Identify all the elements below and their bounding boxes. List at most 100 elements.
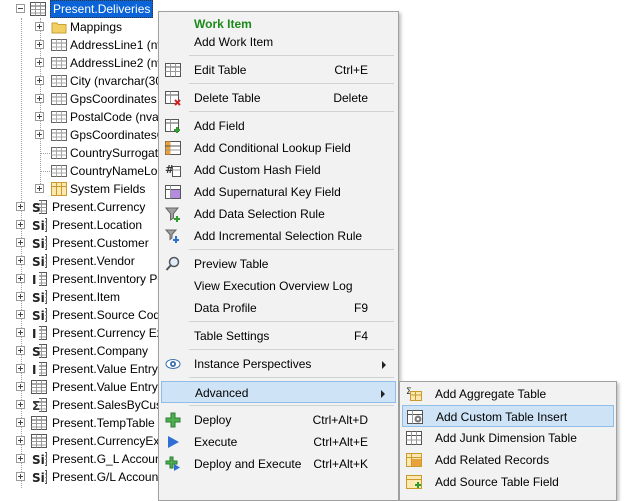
tree-node-label: PostalCode (nvarc bbox=[70, 110, 169, 124]
collapse-icon[interactable] bbox=[16, 4, 25, 13]
menu-item-label: Preview Table bbox=[194, 257, 269, 271]
svg-text:Si: Si bbox=[32, 471, 45, 485]
expand-icon[interactable] bbox=[16, 220, 25, 229]
menu-item-shortcut: Ctrl+Alt+E bbox=[313, 435, 368, 449]
submenu-item-add-aggregate-table[interactable]: Σ Add Aggregate Table bbox=[402, 383, 614, 405]
menu-separator bbox=[189, 55, 394, 56]
expand-icon[interactable] bbox=[35, 22, 44, 31]
expand-icon[interactable] bbox=[35, 40, 44, 49]
menu-separator bbox=[189, 349, 394, 350]
expand-icon[interactable] bbox=[35, 184, 44, 193]
expand-icon[interactable] bbox=[16, 238, 25, 247]
aggregate-table-icon: Σ bbox=[406, 386, 422, 402]
edit-table-icon bbox=[165, 62, 181, 78]
menu-item-execute[interactable]: Execute Ctrl+Alt+E bbox=[161, 431, 396, 453]
add-field-icon bbox=[165, 118, 181, 134]
menu-item-view-execution-overview-log[interactable]: View Execution Overview Log bbox=[161, 275, 396, 297]
folder-icon bbox=[51, 19, 67, 35]
submenu-item-add-source-table-field[interactable]: Add Source Table Field bbox=[402, 471, 614, 493]
field-icon bbox=[51, 91, 67, 107]
expand-icon[interactable] bbox=[16, 454, 25, 463]
expand-icon[interactable] bbox=[16, 256, 25, 265]
menu-item-add-custom-hash-field[interactable]: # Add Custom Hash Field bbox=[161, 159, 396, 181]
expand-icon[interactable] bbox=[35, 112, 44, 121]
tree-node-label: Present.G/L Account bbox=[52, 470, 162, 484]
expand-icon[interactable] bbox=[35, 130, 44, 139]
expand-icon[interactable] bbox=[16, 292, 25, 301]
tree-node-label: GpsCoordinates (g bbox=[70, 92, 171, 106]
filter-icon bbox=[164, 206, 181, 222]
svg-text:I: I bbox=[32, 363, 36, 377]
field-icon bbox=[51, 55, 67, 71]
menu-item-delete-table[interactable]: Delete Table Delete bbox=[161, 87, 396, 109]
menu-item-label: Deploy and Execute bbox=[194, 457, 302, 471]
svg-text:Si: Si bbox=[32, 453, 45, 467]
submenu-item-add-junk-dimension-table[interactable]: Add Junk Dimension Table bbox=[402, 427, 614, 449]
svg-text:S: S bbox=[32, 201, 41, 215]
menu-item-preview-table[interactable]: Preview Table bbox=[161, 253, 396, 275]
expand-icon[interactable] bbox=[16, 418, 25, 427]
menu-item-table-settings[interactable]: Table Settings F4 bbox=[161, 325, 396, 347]
delete-table-icon bbox=[165, 90, 181, 106]
menu-separator bbox=[189, 321, 394, 322]
tree-guide-line bbox=[41, 153, 50, 154]
expand-icon[interactable] bbox=[16, 310, 25, 319]
expand-icon[interactable] bbox=[35, 58, 44, 67]
submenu-item-add-related-records[interactable]: Add Related Records bbox=[402, 449, 614, 471]
menu-item-add-work-item[interactable]: Add Work Item bbox=[161, 31, 396, 53]
lookup-field-icon bbox=[165, 140, 181, 156]
submenu-item-add-custom-table-insert[interactable]: Add Custom Table Insert bbox=[402, 405, 614, 427]
submenu-item-label: Add Source Table Field bbox=[435, 475, 559, 489]
tree-node-label: Present.G_L Account bbox=[52, 452, 165, 466]
s-table-icon: S bbox=[31, 199, 47, 215]
menu-item-shortcut: F9 bbox=[353, 301, 368, 315]
expand-icon[interactable] bbox=[16, 364, 25, 373]
i-table-icon: I bbox=[31, 271, 47, 287]
menu-item-add-conditional-lookup-field[interactable]: Add Conditional Lookup Field bbox=[161, 137, 396, 159]
menu-item-add-incremental-selection-rule[interactable]: Add Incremental Selection Rule bbox=[161, 225, 396, 247]
system-fields-icon bbox=[51, 181, 67, 197]
menu-item-add-supernatural-key-field[interactable]: Add Supernatural Key Field bbox=[161, 181, 396, 203]
menu-item-label: View Execution Overview Log bbox=[194, 279, 353, 293]
expand-icon[interactable] bbox=[16, 436, 25, 445]
expand-icon[interactable] bbox=[16, 472, 25, 481]
menu-item-label: Table Settings bbox=[194, 329, 270, 343]
svg-text:Si: Si bbox=[32, 219, 45, 233]
tree-node-label: Present.Source Code bbox=[52, 308, 167, 322]
tree-node-label: System Fields bbox=[70, 182, 146, 196]
expand-icon[interactable] bbox=[16, 274, 25, 283]
menu-item-instance-perspectives[interactable]: Instance Perspectives bbox=[161, 353, 396, 375]
menu-item-label: Add Custom Hash Field bbox=[194, 163, 321, 177]
submenu-item-label: Add Related Records bbox=[435, 453, 550, 467]
menu-item-data-profile[interactable]: Data Profile F9 bbox=[161, 297, 396, 319]
menu-item-deploy-and-execute[interactable]: Deploy and Execute Ctrl+Alt+K bbox=[161, 453, 396, 475]
tree-node-label: Present.Inventory Post bbox=[52, 272, 174, 286]
si-table-icon: Si bbox=[31, 451, 47, 467]
expand-icon[interactable] bbox=[16, 382, 25, 391]
menu-item-shortcut: Ctrl+Alt+K bbox=[313, 457, 368, 471]
expand-icon[interactable] bbox=[16, 400, 25, 409]
menu-separator bbox=[189, 249, 394, 250]
expand-icon[interactable] bbox=[16, 202, 25, 211]
svg-text:Si: Si bbox=[32, 255, 45, 269]
menu-item-label: Add Work Item bbox=[194, 35, 274, 49]
expand-icon[interactable] bbox=[16, 346, 25, 355]
menu-item-label: Add Supernatural Key Field bbox=[194, 185, 341, 199]
svg-text:I: I bbox=[32, 327, 36, 341]
expand-icon[interactable] bbox=[35, 76, 44, 85]
menu-item-advanced[interactable]: Advanced bbox=[161, 381, 396, 403]
menu-item-add-field[interactable]: Add Field bbox=[161, 115, 396, 137]
field-icon bbox=[51, 37, 67, 53]
menu-item-shortcut: F4 bbox=[353, 329, 368, 343]
tree-node-label: Present.Customer bbox=[52, 236, 149, 250]
eye-icon bbox=[165, 356, 181, 372]
tree-node-label: Present.Location bbox=[52, 218, 143, 232]
menu-item-edit-table[interactable]: Edit Table Ctrl+E bbox=[161, 59, 396, 81]
deploy-execute-icon bbox=[165, 456, 181, 472]
table-icon bbox=[31, 433, 47, 449]
submenu-arrow-icon bbox=[381, 390, 385, 398]
menu-item-deploy[interactable]: Deploy Ctrl+Alt+D bbox=[161, 409, 396, 431]
expand-icon[interactable] bbox=[16, 328, 25, 337]
menu-item-add-data-selection-rule[interactable]: Add Data Selection Rule bbox=[161, 203, 396, 225]
expand-icon[interactable] bbox=[35, 94, 44, 103]
